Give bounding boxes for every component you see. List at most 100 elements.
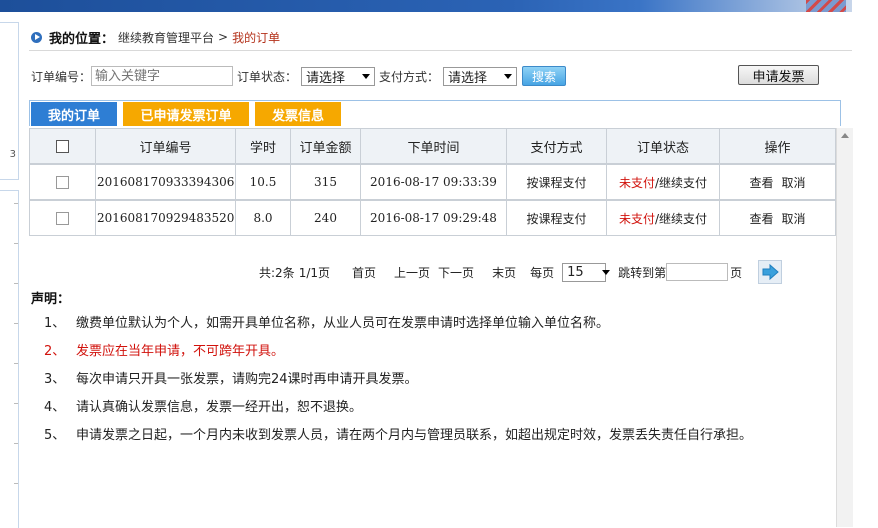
hours-cell: 8.0: [235, 199, 291, 236]
per-page-label: 每页: [530, 265, 555, 280]
status-cell: 未支付/继续支付: [606, 199, 720, 236]
order-no-cell: 201608170929483520: [95, 199, 236, 236]
filter-bar: 订单编号： 订单状态： 请选择 支付方式： 请选择 搜索: [31, 64, 567, 88]
declaration-num: 4、: [44, 400, 66, 415]
declaration-text: 缴费单位默认为个人，如需开具单位名称，从业人员可在发票申请时选择单位输入单位名称…: [76, 316, 610, 331]
breadcrumb: 我的位置： 继续教育管理平台 > 我的订单: [31, 28, 281, 47]
declaration-item: 5、 申请发票之日起，一个月内未收到发票人员，请在两个月内与管理员联系，如超出规定…: [44, 428, 804, 444]
breadcrumb-label: 我的位置：: [49, 31, 115, 47]
search-button[interactable]: 搜索: [522, 66, 567, 86]
panel-tick: [14, 483, 18, 484]
column-header: 支付方式: [506, 128, 607, 165]
payment-label: 支付方式：: [379, 69, 440, 84]
go-arrow-icon[interactable]: [758, 260, 783, 284]
prev-page-link[interactable]: 上一页: [394, 264, 430, 281]
chevron-down-icon: [362, 73, 371, 79]
view-link[interactable]: 查看: [749, 176, 773, 190]
panel-tick: [14, 283, 18, 284]
unpaid-status: 未支付: [618, 175, 655, 190]
total-count: 共:2条: [259, 265, 295, 280]
next-page-link[interactable]: 下一页: [438, 264, 474, 281]
vertical-scrollbar[interactable]: [836, 128, 853, 527]
declaration-num: 3、: [44, 372, 66, 387]
apply-invoice-button[interactable]: 申请发票: [738, 65, 819, 85]
panel-tick: [14, 443, 18, 444]
chevron-down-icon: [601, 269, 610, 275]
first-page-link[interactable]: 首页: [352, 264, 376, 281]
cancel-link[interactable]: 取消: [782, 212, 806, 226]
declaration-item: 1、 缴费单位默认为个人，如需开具单位名称，从业人员可在发票申请时选择单位输入单位…: [44, 316, 804, 332]
column-header: 学时: [235, 128, 291, 165]
time-cell: 2016-08-17 09:33:39: [360, 163, 507, 201]
table-row: 201608170933394306 10.5 315 2016-08-17 0…: [29, 163, 836, 201]
tab-my-orders[interactable]: 我的订单: [31, 102, 117, 126]
breadcrumb-current: 我的订单: [232, 30, 281, 45]
order-no-cell: 201608170933394306: [95, 163, 236, 201]
cancel-link[interactable]: 取消: [782, 176, 806, 190]
status-select[interactable]: 请选择: [301, 66, 376, 86]
orders-table: 订单编号 学时 订单金额 下单时间 支付方式 订单状态 操作 201608170…: [29, 128, 836, 236]
divider: [29, 50, 852, 51]
tab-invoice-info[interactable]: 发票信息: [255, 102, 341, 126]
panel-tick: [14, 243, 18, 244]
declaration-text: 请认真确认发票信息，发票一经开出，恕不退换。: [76, 400, 363, 415]
panel-tick: [14, 323, 18, 324]
declaration-item: 4、 请认真确认发票信息，发票一经开出，恕不退换。: [44, 400, 804, 416]
per-page-select[interactable]: 15: [562, 262, 610, 282]
hours-cell: 10.5: [235, 163, 291, 201]
payment-select-value: 请选择: [448, 70, 488, 86]
amount-cell: 315: [290, 163, 361, 201]
continue-pay-link[interactable]: 继续支付: [659, 212, 707, 226]
status-select-value: 请选择: [306, 70, 346, 86]
payment-cell: 按课程支付: [506, 199, 607, 236]
view-link[interactable]: 查看: [749, 212, 773, 226]
amount-cell: 240: [290, 199, 361, 236]
actions-cell: 查看 取消: [719, 163, 836, 201]
column-header: 订单状态: [606, 128, 720, 165]
declaration-num: 2、: [44, 344, 66, 359]
panel-tick: [14, 403, 18, 404]
panel-tick: [14, 203, 18, 204]
last-page-link[interactable]: 末页: [492, 264, 516, 281]
breadcrumb-platform-link[interactable]: 继续教育管理平台: [118, 29, 214, 46]
table-row: 201608170929483520 8.0 240 2016-08-17 09…: [29, 199, 836, 236]
jump-suffix: 页: [730, 265, 743, 280]
declaration-num: 1、: [44, 316, 66, 331]
jump-label: 跳转到第: [618, 265, 667, 280]
order-no-label: 订单编号：: [31, 69, 92, 84]
pagination: 共:2条 1/1页 首页 上一页 下一页 末页 每页 15 跳转到第 页: [259, 260, 783, 284]
status-cell: 未支付/继续支付: [606, 163, 720, 201]
unpaid-status: 未支付: [618, 211, 655, 226]
chevron-down-icon: [504, 73, 513, 79]
left-panel-number: 3: [9, 149, 16, 160]
row-checkbox[interactable]: [56, 212, 69, 225]
row-checkbox[interactable]: [56, 176, 69, 189]
tab-bar: 我的订单 已申请发票订单 发票信息: [29, 100, 841, 126]
left-side-panel-lower: [0, 190, 19, 528]
payment-select[interactable]: 请选择: [443, 66, 518, 86]
declaration-text: 每次申请只开具一张发票，请购完24课时再申请开具发票。: [76, 372, 418, 387]
banner-decoration: [806, 0, 846, 12]
jump-page-input[interactable]: [666, 263, 729, 281]
select-all-cell: [29, 128, 96, 165]
per-page-value: 15: [567, 264, 584, 280]
time-cell: 2016-08-17 09:29:48: [360, 199, 507, 236]
column-header: 下单时间: [360, 128, 507, 165]
continue-pay-link[interactable]: 继续支付: [659, 176, 707, 190]
row-select-cell: [29, 163, 96, 201]
left-side-panel: 3: [0, 22, 19, 180]
tab-invoiced-orders[interactable]: 已申请发票订单: [123, 102, 249, 126]
page-indicator: 1/1页: [298, 265, 331, 280]
top-banner: [0, 0, 852, 12]
declaration-item: 3、 每次申请只开具一张发票，请购完24课时再申请开具发票。: [44, 372, 804, 388]
row-select-cell: [29, 199, 96, 236]
declaration-title: 声明：: [31, 292, 71, 307]
declaration-text: 发票应在当年申请，不可跨年开具。: [76, 344, 285, 359]
location-arrow-icon: [31, 31, 42, 43]
order-no-input[interactable]: [91, 66, 234, 86]
declaration-num: 5、: [44, 428, 66, 443]
actions-cell: 查看 取消: [719, 199, 836, 236]
panel-tick: [14, 363, 18, 364]
select-all-checkbox[interactable]: [56, 139, 69, 153]
column-header: 订单金额: [290, 128, 361, 165]
